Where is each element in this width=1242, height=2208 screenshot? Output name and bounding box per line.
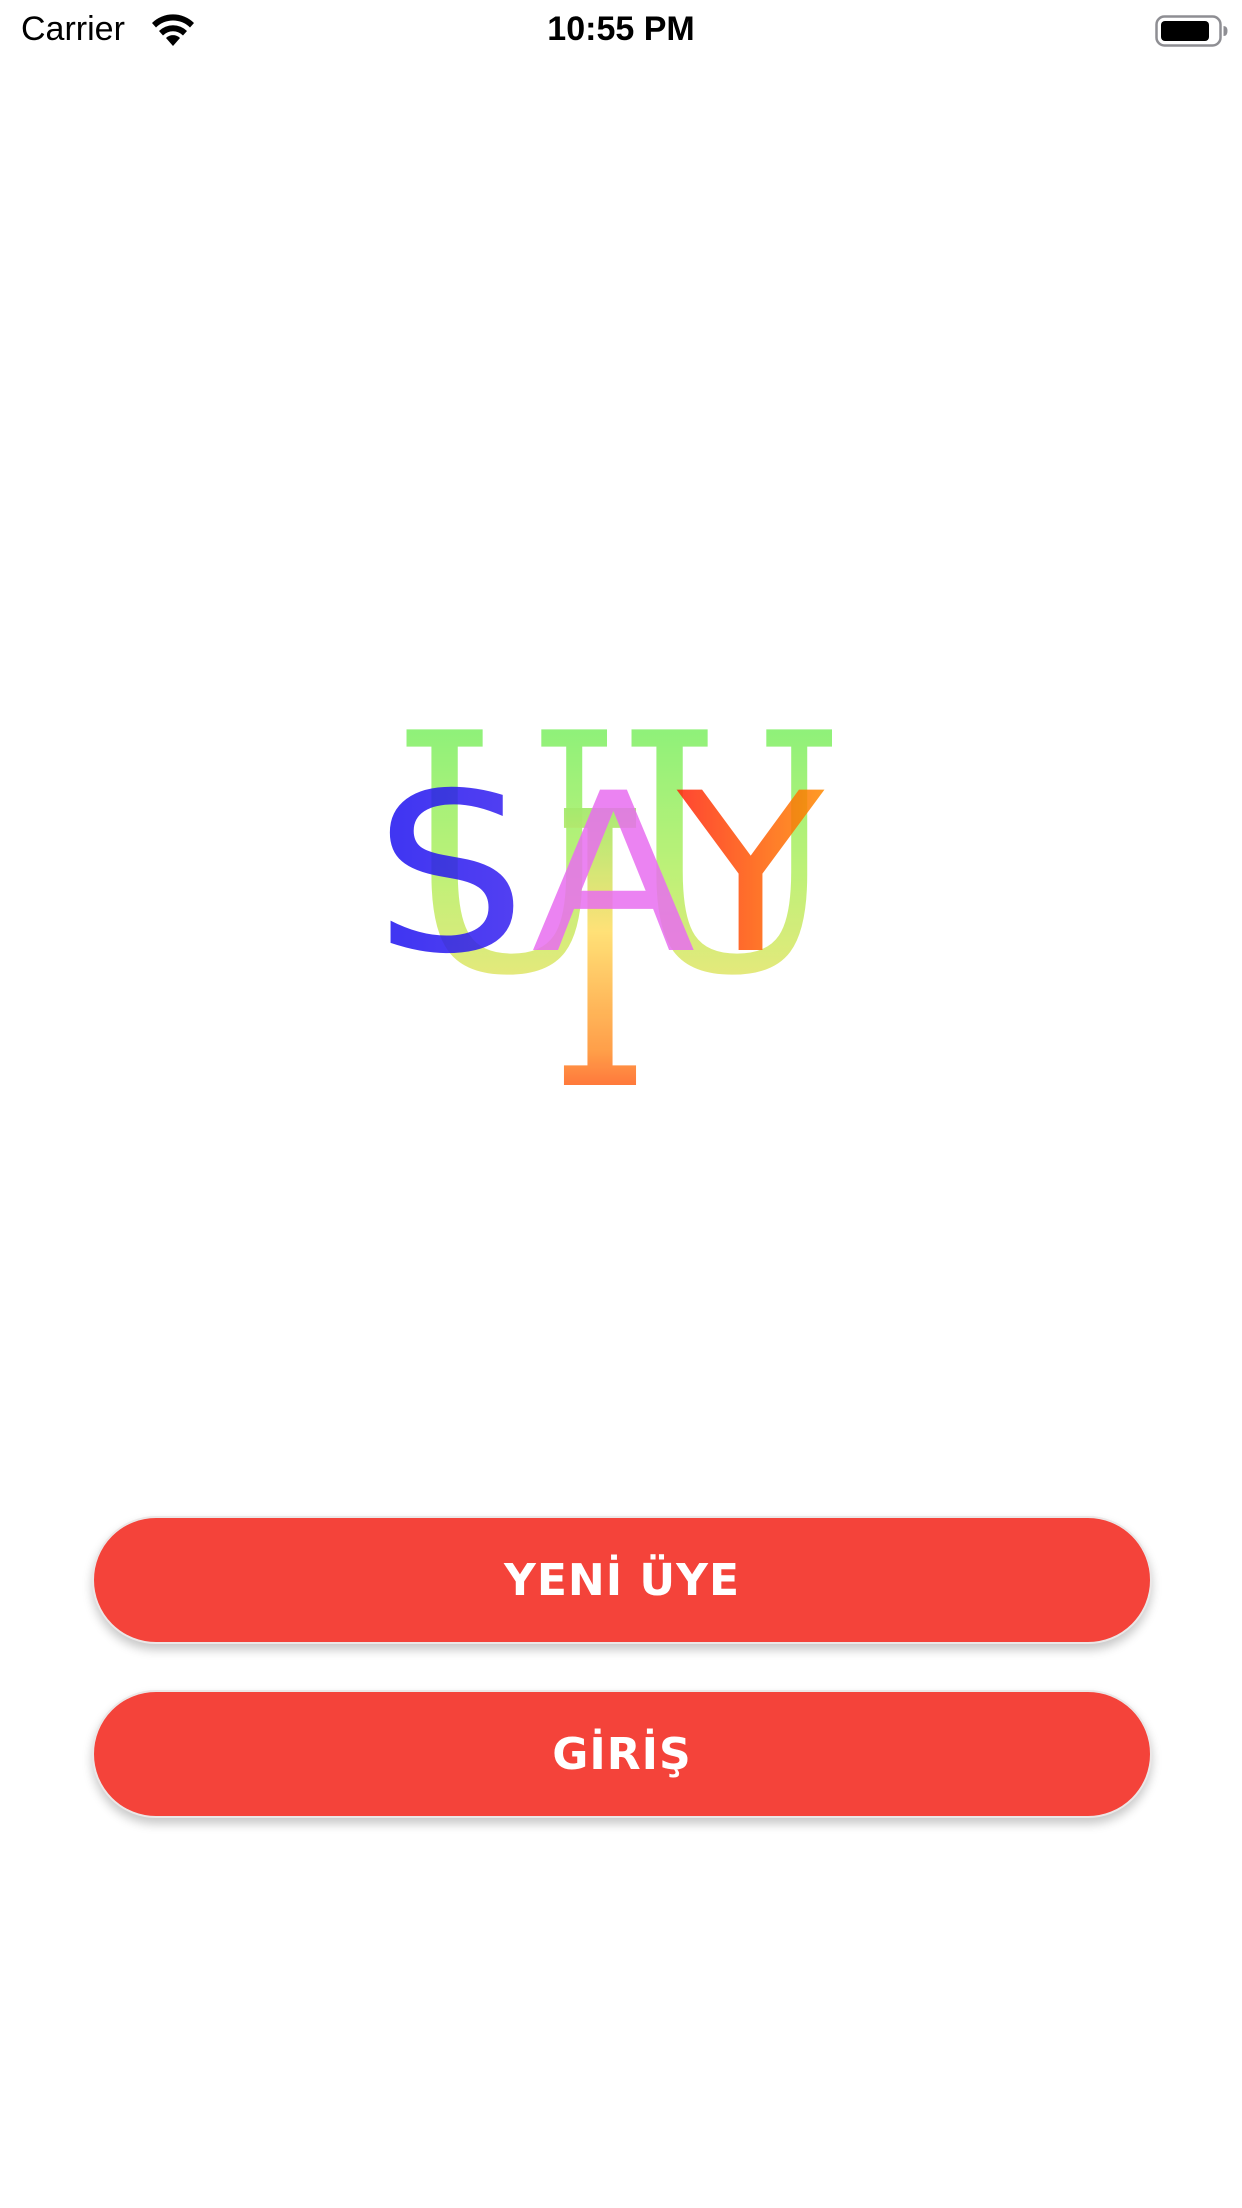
login-button-label: GİRİŞ — [552, 1728, 692, 1780]
status-bar: Carrier 10:55 PM — [0, 0, 1242, 60]
battery-icon — [1155, 15, 1228, 47]
register-button-label: YENİ ÜYE — [503, 1554, 741, 1606]
logo-word-say: SAY — [374, 746, 825, 1002]
app-logo: UU I SAY — [374, 664, 844, 1100]
logo-letter-s: S — [374, 746, 531, 1002]
clock: 10:55 PM — [547, 10, 695, 48]
register-button[interactable]: YENİ ÜYE — [92, 1516, 1152, 1644]
logo-letter-y: Y — [676, 746, 825, 1002]
login-button[interactable]: GİRİŞ — [92, 1690, 1152, 1818]
logo-letter-a: A — [531, 746, 694, 1002]
